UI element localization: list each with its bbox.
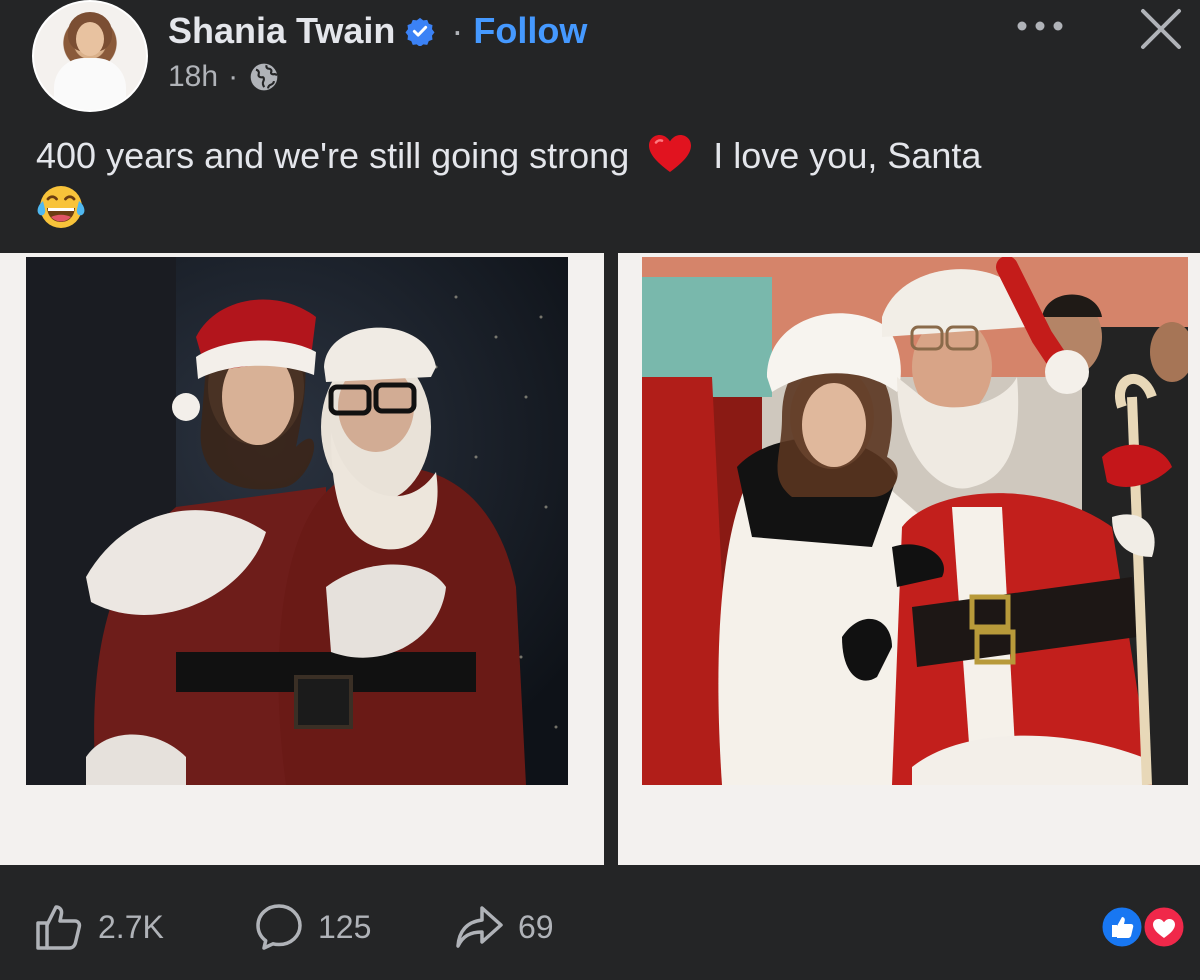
red-heart-icon [649,135,692,172]
meta-separator: · [228,60,239,93]
post-photos [0,253,1200,865]
caption-text-1: 400 years and we're still going strong [36,135,630,176]
follow-button[interactable]: Follow [473,10,587,52]
polaroid-photo-1[interactable] [0,253,604,865]
post-caption: 400 years and we're still going strong I… [36,134,1176,232]
face-with-tears-of-joy-icon [37,186,85,228]
share-count: 69 [518,908,554,945]
author-avatar[interactable] [32,0,148,112]
post-header: Shania Twain · Follow 18h · [0,0,1200,120]
name-separator: · [451,10,464,51]
comment-count: 125 [318,908,372,945]
thumbs-up-icon [36,905,82,950]
post-actions: 2.7K 125 69 [0,880,1200,980]
like-count: 2.7K [98,908,164,945]
like-action[interactable]: 2.7K [34,902,164,952]
caption-text-2: I love you, Santa [713,135,982,176]
more-options-icon[interactable] [1014,14,1066,38]
polaroid-photo-2[interactable] [618,253,1200,865]
post-meta: 18h · [168,60,280,94]
reactions-summary[interactable] [1098,904,1190,950]
author-name[interactable]: Shania Twain [168,10,395,52]
author-line: Shania Twain · Follow [168,10,587,52]
post-time[interactable]: 18h [168,60,218,94]
close-icon[interactable] [1138,6,1184,52]
like-reaction-icon [1099,904,1145,950]
share-action[interactable]: 69 [454,902,554,952]
comment-bubble-icon [256,904,302,950]
love-reaction-icon [1141,904,1187,950]
photo-1-image [26,257,568,785]
share-arrow-icon [456,906,503,948]
comment-action[interactable]: 125 [254,902,371,952]
verified-badge-icon [405,17,435,46]
globe-icon[interactable] [248,61,280,93]
photo-2-image [642,257,1188,785]
